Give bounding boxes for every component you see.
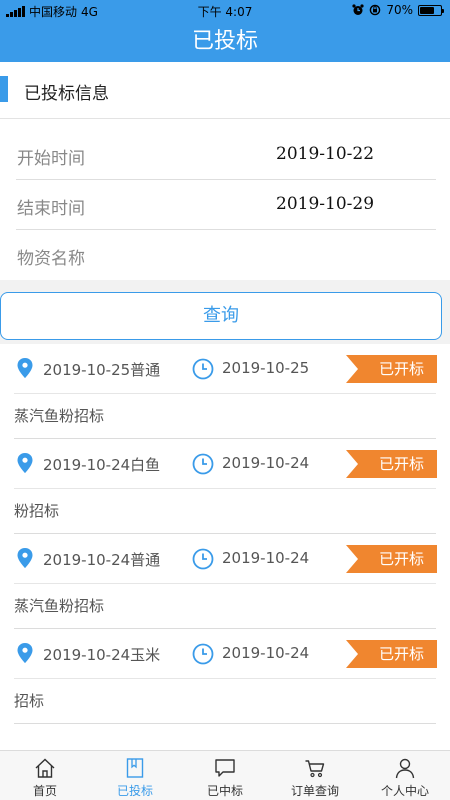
bid-title-line2: 粉招标 <box>14 502 60 520</box>
start-date-value[interactable]: 2019-10-22 <box>276 144 374 164</box>
bid-title-line1: 2019-10-24白鱼 <box>43 456 161 474</box>
tab-profile[interactable]: 个人中心 <box>360 751 450 800</box>
chat-bubble-icon <box>215 759 235 777</box>
location-pin-icon <box>17 358 33 378</box>
status-tag: 已开标 <box>346 450 437 478</box>
clock-icon <box>192 358 214 380</box>
end-date-value[interactable]: 2019-10-29 <box>276 194 374 214</box>
section-title: 已投标信息 <box>24 84 109 104</box>
material-name-row[interactable]: 物资名称 <box>0 230 450 280</box>
item-divider <box>14 723 436 724</box>
bid-title-line1: 2019-10-24普通 <box>43 551 161 569</box>
item-divider <box>14 583 436 584</box>
start-date-label: 开始时间 <box>17 149 85 169</box>
status-bar: 中国移动 4G 下午 4:07 70% <box>0 0 450 22</box>
tab-label: 已中标 <box>206 784 243 798</box>
item-divider <box>14 678 436 679</box>
bid-item-header: 2019-10-24普通 2019-10-24 已开标 <box>0 534 450 581</box>
bid-date: 2019-10-24 <box>222 454 310 472</box>
bid-title-line1: 2019-10-24玉米 <box>43 646 161 664</box>
query-button[interactable]: 查询 <box>0 292 442 340</box>
bid-list: 2019-10-25普通 2019-10-25 已开标 蒸汽鱼粉招标 2019-… <box>0 344 450 750</box>
section-header: 已投标信息 <box>0 62 450 118</box>
tab-label: 订单查询 <box>290 784 339 798</box>
section-accent-bar <box>0 76 8 102</box>
alarm-icon <box>352 4 364 15</box>
battery-percent: 70% <box>386 3 413 17</box>
bid-item-header: 2019-10-25普通 2019-10-25 已开标 <box>0 344 450 391</box>
bid-item[interactable]: 2019-10-24玉米 2019-10-24 已开标 招标 <box>0 629 450 724</box>
tab-order-query[interactable]: 订单查询 <box>270 751 360 800</box>
bid-item-header: 2019-10-24白鱼 2019-10-24 已开标 <box>0 439 450 486</box>
tab-label: 个人中心 <box>380 784 429 798</box>
bid-date: 2019-10-24 <box>222 549 310 567</box>
bid-title-line2: 蒸汽鱼粉招标 <box>14 407 105 425</box>
battery-fill <box>420 6 434 14</box>
person-icon <box>395 758 415 779</box>
bid-date: 2019-10-25 <box>222 359 310 377</box>
clock-icon <box>192 643 214 665</box>
bid-item[interactable]: 2019-10-24普通 2019-10-24 已开标 蒸汽鱼粉招标 <box>0 534 450 629</box>
location-pin-icon <box>17 643 33 663</box>
tab-label: 已投标 <box>116 784 153 798</box>
start-date-row[interactable]: 开始时间 2019-10-22 <box>0 130 450 180</box>
rotation-lock-icon <box>370 4 381 16</box>
tab-home[interactable]: 首页 <box>0 751 90 800</box>
tab-bar: 首页 已投标 已中标 订单查询 个人中心 <box>0 750 450 800</box>
status-tag: 已开标 <box>346 640 437 668</box>
bid-title-line2: 蒸汽鱼粉招标 <box>14 597 105 615</box>
item-divider <box>14 393 436 394</box>
bid-title-line1: 2019-10-25普通 <box>43 361 161 379</box>
clock-icon <box>192 453 214 475</box>
bid-item[interactable]: 2019-10-25普通 2019-10-25 已开标 蒸汽鱼粉招标 <box>0 344 450 439</box>
location-pin-icon <box>17 453 33 473</box>
bid-title-line2: 招标 <box>14 692 45 710</box>
end-date-row[interactable]: 结束时间 2019-10-29 <box>0 180 450 230</box>
nav-bar-title: 已投标 <box>0 22 450 62</box>
status-tag: 已开标 <box>346 355 437 383</box>
clock-icon <box>192 548 214 570</box>
status-right: 70% <box>352 3 444 17</box>
tab-label: 首页 <box>32 784 57 798</box>
bid-item[interactable]: 2019-10-24白鱼 2019-10-24 已开标 粉招标 <box>0 439 450 534</box>
home-icon <box>35 758 55 778</box>
battery-icon <box>418 4 444 16</box>
bookmark-icon <box>126 758 144 778</box>
material-name-label: 物资名称 <box>17 249 85 269</box>
item-divider <box>14 488 436 489</box>
tab-bid-submitted[interactable]: 已投标 <box>90 751 180 800</box>
bid-item-header: 2019-10-24玉米 2019-10-24 已开标 <box>0 629 450 676</box>
cart-icon <box>305 760 325 778</box>
location-pin-icon <box>17 548 33 568</box>
bid-date: 2019-10-24 <box>222 644 310 662</box>
status-tag: 已开标 <box>346 545 437 573</box>
search-form: 开始时间 2019-10-22 结束时间 2019-10-29 物资名称 <box>0 118 450 280</box>
tab-bid-won[interactable]: 已中标 <box>180 751 270 800</box>
end-date-label: 结束时间 <box>17 199 85 219</box>
